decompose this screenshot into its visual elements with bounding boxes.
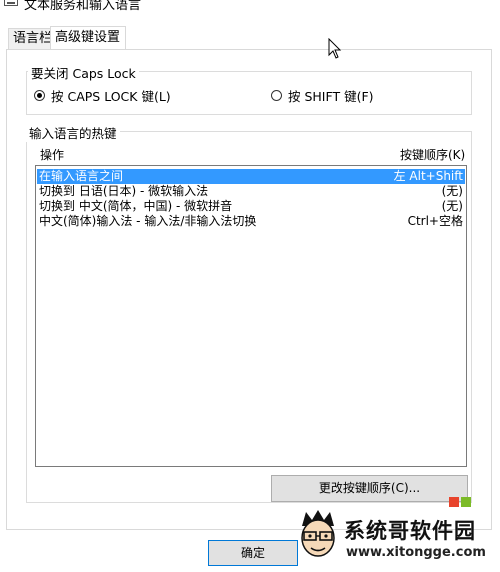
- list-item-action: 切换到 日语(日本) - 微软输入法: [39, 184, 209, 198]
- tab-language-bar[interactable]: 语言栏: [8, 28, 52, 49]
- radio-caps-lock-label: 按 CAPS LOCK 键(L): [51, 88, 171, 104]
- radio-selected-icon[interactable]: [34, 89, 45, 101]
- list-item-action: 切换到 中文(简体，中国) - 微软拼音: [39, 199, 233, 213]
- radio-caps-lock-key[interactable]: 按 CAPS LOCK 键(L): [34, 86, 171, 104]
- mascot-face-icon: [301, 510, 335, 557]
- keyboard-icon: [4, 0, 18, 6]
- tab-advanced-key-settings[interactable]: 高级键设置: [50, 26, 126, 50]
- windows-logo-icon: [449, 497, 471, 507]
- list-item[interactable]: 切换到 日语(日本) - 微软输入法 (无): [37, 184, 465, 199]
- list-item-keys: (无): [441, 199, 463, 213]
- list-item[interactable]: 在输入语言之间 左 Alt+Shift: [37, 169, 465, 184]
- list-item[interactable]: 中文(简体)输入法 - 输入法/非输入法切换 Ctrl+空格: [37, 214, 465, 229]
- mouse-pointer-icon: [328, 38, 342, 59]
- window-title: 文本服务和输入语言: [24, 0, 142, 13]
- watermark-brand: 系统哥软件园: [344, 519, 476, 543]
- list-item-keys: 左 Alt+Shift: [393, 169, 463, 183]
- watermark-url: www.xitongge.com: [346, 545, 486, 560]
- hotkeys-group-title: 输入语言的热键: [26, 123, 120, 142]
- list-item-keys: Ctrl+空格: [407, 214, 463, 228]
- column-header-key-sequence: 按键顺序(K): [400, 148, 466, 162]
- title-bar: 文本服务和输入语言: [0, 0, 500, 22]
- change-key-sequence-button[interactable]: 更改按键顺序(C)...: [271, 475, 468, 502]
- list-item-action: 在输入语言之间: [39, 169, 124, 183]
- list-item[interactable]: 切换到 中文(简体，中国) - 微软拼音 (无): [37, 199, 465, 214]
- column-header-action: 操作: [40, 148, 65, 162]
- list-item-keys: (无): [441, 184, 463, 198]
- hotkey-list[interactable]: 在输入语言之间 左 Alt+Shift 切换到 日语(日本) - 微软输入法 (…: [35, 165, 467, 467]
- radio-shift-key[interactable]: 按 SHIFT 键(F): [271, 86, 374, 104]
- radio-unselected-icon[interactable]: [271, 89, 282, 101]
- caps-lock-group-title: 要关闭 Caps Lock: [28, 63, 139, 82]
- ok-button[interactable]: 确定: [208, 540, 298, 566]
- list-item-action: 中文(简体)输入法 - 输入法/非输入法切换: [39, 214, 257, 228]
- radio-shift-label: 按 SHIFT 键(F): [288, 88, 374, 104]
